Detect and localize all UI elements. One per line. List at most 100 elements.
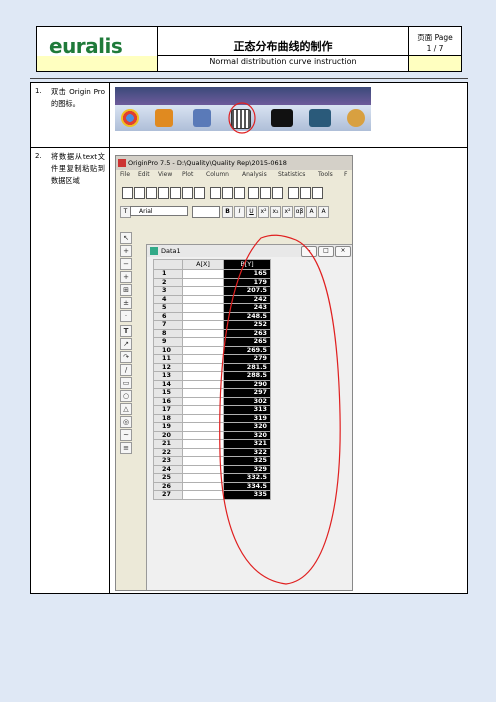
circle-tool-icon[interactable]: ○ bbox=[120, 390, 132, 402]
page-number: 1 / 7 bbox=[426, 44, 444, 53]
zoom-in-icon[interactable]: + bbox=[120, 245, 132, 257]
new-worksheet-icon[interactable] bbox=[134, 187, 145, 199]
step-1-number: 1. bbox=[35, 87, 42, 95]
font-size-select[interactable] bbox=[192, 206, 220, 218]
document-header: euralis GRAINES SEMENCES SEEDS 正态分布曲线的制作… bbox=[36, 26, 462, 72]
arrow-tool-icon[interactable]: ↗ bbox=[120, 338, 132, 350]
new-function-icon[interactable] bbox=[170, 187, 181, 199]
subscript-button[interactable]: x₂ bbox=[270, 206, 281, 218]
curved-arrow-icon[interactable]: ↷ bbox=[120, 351, 132, 363]
row-number[interactable]: 5 bbox=[153, 303, 183, 313]
screen-reader-icon[interactable]: + bbox=[120, 271, 132, 283]
row-number[interactable]: 17 bbox=[153, 405, 183, 415]
new-project-icon[interactable] bbox=[122, 187, 133, 199]
row-number[interactable]: 25 bbox=[153, 473, 183, 483]
menu-bar: File Edit View Plot Column Analysis Stat… bbox=[116, 170, 352, 181]
underline-button[interactable]: U bbox=[246, 206, 257, 218]
row-number[interactable]: 3 bbox=[153, 286, 183, 296]
command-prompt-icon[interactable] bbox=[271, 109, 293, 127]
sheet-tool-icon[interactable]: ≡ bbox=[120, 442, 132, 454]
row-number[interactable]: 9 bbox=[153, 337, 183, 347]
row-number[interactable]: 2 bbox=[153, 277, 183, 287]
italic-button[interactable]: I bbox=[234, 206, 245, 218]
origin-app-icon bbox=[118, 159, 126, 167]
new-graph-icon[interactable] bbox=[146, 187, 157, 199]
menu-column[interactable]: Column bbox=[206, 171, 229, 178]
increase-font-button[interactable]: A bbox=[306, 206, 317, 218]
menu-format[interactable]: F bbox=[344, 171, 347, 178]
document-title-en: Normal distribution curve instruction bbox=[209, 57, 357, 66]
save-template-icon[interactable] bbox=[260, 187, 271, 199]
menu-statistics[interactable]: Statistics bbox=[278, 171, 305, 178]
row-header-corner bbox=[153, 259, 183, 270]
page-cell: 页面 Page 1 / 7 bbox=[409, 27, 461, 71]
row-number[interactable]: 13 bbox=[153, 371, 183, 381]
menu-analysis[interactable]: Analysis bbox=[242, 171, 267, 178]
data-column-circle-annotation bbox=[219, 234, 341, 585]
row-number[interactable]: 1 bbox=[153, 269, 183, 279]
data-reader-icon[interactable]: ⊞ bbox=[120, 284, 132, 296]
paint-icon[interactable] bbox=[347, 109, 365, 127]
row-number[interactable]: 4 bbox=[153, 294, 183, 304]
row-number[interactable]: 6 bbox=[153, 311, 183, 321]
title-divider bbox=[158, 55, 408, 56]
import-ascii-icon[interactable] bbox=[288, 187, 299, 199]
menu-plot[interactable]: Plot bbox=[182, 171, 193, 178]
step-2-text: 将数据从text文件里复制粘贴到数据区域 bbox=[51, 152, 105, 185]
line-tool-icon[interactable]: / bbox=[120, 364, 132, 376]
row-number[interactable]: 7 bbox=[153, 320, 183, 330]
poly-line-icon[interactable]: △ bbox=[120, 403, 132, 415]
freehand-icon[interactable]: ~ bbox=[120, 429, 132, 441]
import-multiple-icon[interactable] bbox=[300, 187, 311, 199]
row-number[interactable]: 15 bbox=[153, 388, 183, 398]
tools-toolbar: ↖ + − + ⊞ ± · T ↗ ↷ / ▭ ○ △ ◎ ~ ≡ bbox=[118, 232, 132, 472]
row-number[interactable]: 8 bbox=[153, 328, 183, 338]
zoom-out-icon[interactable]: − bbox=[120, 258, 132, 270]
window-title: OriginPro 7.5 - D:\Quality\Quality Rep\2… bbox=[128, 159, 287, 167]
greek-button[interactable]: αβ bbox=[294, 206, 305, 218]
menu-file[interactable]: File bbox=[120, 171, 130, 178]
menu-edit[interactable]: Edit bbox=[138, 171, 150, 178]
new-layout-icon[interactable] bbox=[182, 187, 193, 199]
pointer-icon[interactable]: ↖ bbox=[120, 232, 132, 244]
window-title-bar: OriginPro 7.5 - D:\Quality\Quality Rep\2… bbox=[116, 156, 352, 170]
page-highlight bbox=[409, 56, 461, 71]
row-number[interactable]: 11 bbox=[153, 354, 183, 364]
rectangle-tool-icon[interactable]: ▭ bbox=[120, 377, 132, 389]
export-icon[interactable] bbox=[272, 187, 283, 199]
row-number[interactable]: 27 bbox=[153, 490, 183, 500]
menu-tools[interactable]: Tools bbox=[318, 171, 333, 178]
worksheet-title: Data1 bbox=[161, 247, 181, 255]
supersub-button[interactable]: x² bbox=[282, 206, 293, 218]
search-tool-icon[interactable] bbox=[193, 109, 211, 127]
screen-capture-icon[interactable] bbox=[309, 109, 331, 127]
origin-icon-circle-annotation bbox=[228, 102, 256, 134]
document-title-cn: 正态分布曲线的制作 bbox=[233, 40, 333, 53]
decrease-font-button[interactable]: A bbox=[318, 206, 329, 218]
import-excel-icon[interactable] bbox=[312, 187, 323, 199]
open-folder-icon[interactable] bbox=[210, 187, 221, 199]
header-rule bbox=[30, 78, 468, 79]
open-template-icon[interactable] bbox=[222, 187, 233, 199]
region-tool-icon[interactable]: ◎ bbox=[120, 416, 132, 428]
chrome-icon[interactable] bbox=[121, 109, 139, 127]
text-tool-left-icon[interactable]: T bbox=[120, 325, 132, 337]
save-project-icon[interactable] bbox=[248, 187, 259, 199]
logo-highlight bbox=[37, 56, 157, 71]
bold-button[interactable]: B bbox=[222, 206, 233, 218]
data-selector-icon[interactable]: ± bbox=[120, 297, 132, 309]
column-divider bbox=[109, 83, 110, 593]
row-number[interactable]: 23 bbox=[153, 456, 183, 466]
row-number[interactable]: 21 bbox=[153, 439, 183, 449]
row-number[interactable]: 19 bbox=[153, 422, 183, 432]
taskbar-screenshot bbox=[115, 87, 371, 134]
new-excel-icon[interactable] bbox=[194, 187, 205, 199]
new-matrix-icon[interactable] bbox=[158, 187, 169, 199]
draw-data-icon[interactable]: · bbox=[120, 310, 132, 322]
superscript-button[interactable]: x² bbox=[258, 206, 269, 218]
font-select[interactable]: Arial bbox=[130, 206, 188, 216]
open-excel-icon[interactable] bbox=[234, 187, 245, 199]
step-1-text: 双击 Origin Pro 的图标。 bbox=[51, 87, 105, 108]
media-player-icon[interactable] bbox=[155, 109, 173, 127]
menu-view[interactable]: View bbox=[158, 171, 172, 178]
